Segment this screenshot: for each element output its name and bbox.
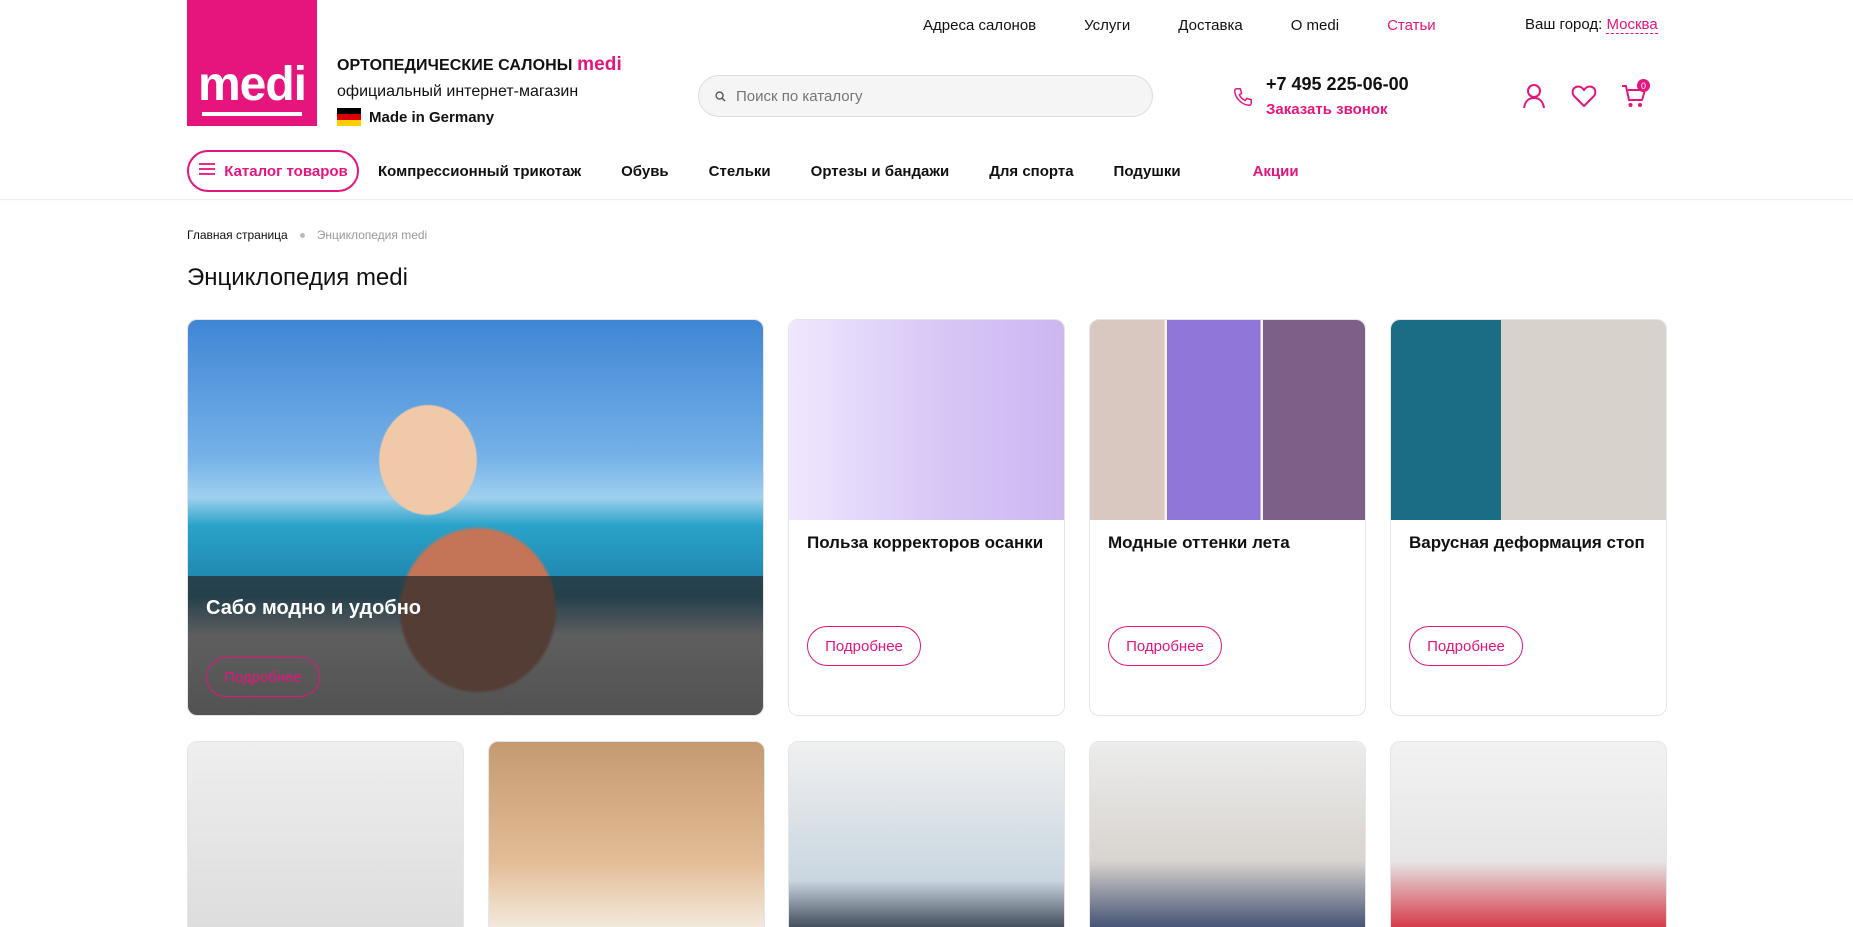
user-icon[interactable] xyxy=(1520,82,1548,110)
search-input[interactable] xyxy=(736,87,1116,105)
article-card[interactable] xyxy=(788,741,1065,927)
header-icons: 0 xyxy=(1520,79,1650,110)
category-insoles[interactable]: Стельки xyxy=(709,163,771,180)
article-title: Польза корректоров осанки xyxy=(807,533,1044,552)
top-nav-articles[interactable]: Статьи xyxy=(1387,17,1436,34)
callback-link[interactable]: Заказать звонок xyxy=(1266,101,1409,118)
category-links: Компрессионный трикотаж Обувь Стельки Ор… xyxy=(378,163,1299,180)
article-card[interactable]: Польза корректоров осанки Подробнее xyxy=(788,319,1065,716)
top-nav-about[interactable]: О medi xyxy=(1291,17,1339,34)
logo[interactable]: medi xyxy=(187,0,317,126)
more-button[interactable]: Подробнее xyxy=(1108,626,1222,666)
category-orthoses[interactable]: Ортезы и бандажи xyxy=(811,163,950,180)
phone-icon xyxy=(1232,86,1254,118)
article-image xyxy=(1090,320,1365,520)
article-card[interactable]: Сабо модно и удобно Подробнее xyxy=(187,319,764,716)
contact-block: +7 495 225-06-00 Заказать звонок xyxy=(1232,74,1409,118)
breadcrumb-current: Энциклопедия medi xyxy=(316,228,428,242)
article-image xyxy=(789,742,1064,927)
article-image xyxy=(1391,742,1666,927)
phone-number[interactable]: +7 495 225-06-00 xyxy=(1266,74,1409,95)
article-card[interactable] xyxy=(488,741,765,927)
category-shoes[interactable]: Обувь xyxy=(621,163,669,180)
category-compression[interactable]: Компрессионный трикотаж xyxy=(378,163,581,180)
article-image xyxy=(1391,320,1666,520)
city-label: Ваш город: xyxy=(1525,16,1603,33)
search-box[interactable] xyxy=(698,75,1153,117)
header-divider xyxy=(0,199,1853,200)
header-tagline: ОРТОПЕДИЧЕСКИЕ САЛОНЫ medi официальный и… xyxy=(337,54,622,126)
tagline-line3: Made in Germany xyxy=(337,108,622,126)
article-image xyxy=(489,742,764,927)
article-card[interactable] xyxy=(1089,741,1366,927)
breadcrumb: Главная страница Энциклопедия medi xyxy=(187,228,427,242)
more-button[interactable]: Подробнее xyxy=(1409,626,1523,666)
logo-text: medi xyxy=(197,58,307,111)
heart-icon[interactable] xyxy=(1570,82,1598,110)
cart-count-badge: 0 xyxy=(1637,79,1650,92)
page-title: Энциклопедия medi xyxy=(187,264,408,291)
article-title: Модные оттенки лета xyxy=(1108,533,1290,552)
article-image xyxy=(188,742,463,927)
top-nav-delivery[interactable]: Доставка xyxy=(1178,17,1242,34)
article-card[interactable] xyxy=(1390,741,1667,927)
article-image xyxy=(789,320,1064,520)
top-nav-services[interactable]: Услуги xyxy=(1084,17,1130,34)
search-icon xyxy=(715,90,726,102)
catalog-button-label: Каталог товаров xyxy=(224,162,348,180)
more-button[interactable]: Подробнее xyxy=(807,626,921,666)
top-nav-addresses[interactable]: Адреса салонов xyxy=(923,17,1036,34)
tagline-line1: ОРТОПЕДИЧЕСКИЕ САЛОНЫ medi xyxy=(337,54,622,75)
city-name-link[interactable]: Москва xyxy=(1606,16,1658,34)
article-title: Варусная деформация стоп xyxy=(1409,533,1645,552)
tagline-line2: официальный интернет-магазин xyxy=(337,83,579,100)
article-card[interactable] xyxy=(187,741,464,927)
more-button[interactable]: Подробнее xyxy=(206,657,320,697)
germany-flag-icon xyxy=(337,108,361,126)
logo-underline xyxy=(202,112,302,116)
category-promotions[interactable]: Акции xyxy=(1253,163,1299,180)
breadcrumb-separator xyxy=(299,232,305,238)
category-sport[interactable]: Для спорта xyxy=(989,163,1073,180)
cart-icon[interactable]: 0 xyxy=(1620,79,1650,110)
city-selector: Ваш город: Москва xyxy=(1525,16,1658,34)
article-card[interactable]: Модные оттенки лета Подробнее xyxy=(1089,319,1366,716)
article-image xyxy=(1090,742,1365,927)
top-nav: Адреса салонов Услуги Доставка О medi Ст… xyxy=(923,17,1436,34)
article-card[interactable]: Варусная деформация стоп Подробнее xyxy=(1390,319,1667,716)
category-nav: Каталог товаров Компрессионный трикотаж … xyxy=(187,150,1299,192)
category-pillows[interactable]: Подушки xyxy=(1114,163,1181,180)
menu-icon xyxy=(198,162,216,180)
tagline-brand: medi xyxy=(577,54,622,75)
breadcrumb-home[interactable]: Главная страница xyxy=(187,228,288,242)
catalog-button[interactable]: Каталог товаров xyxy=(187,150,359,192)
article-title: Сабо модно и удобно xyxy=(206,597,422,619)
